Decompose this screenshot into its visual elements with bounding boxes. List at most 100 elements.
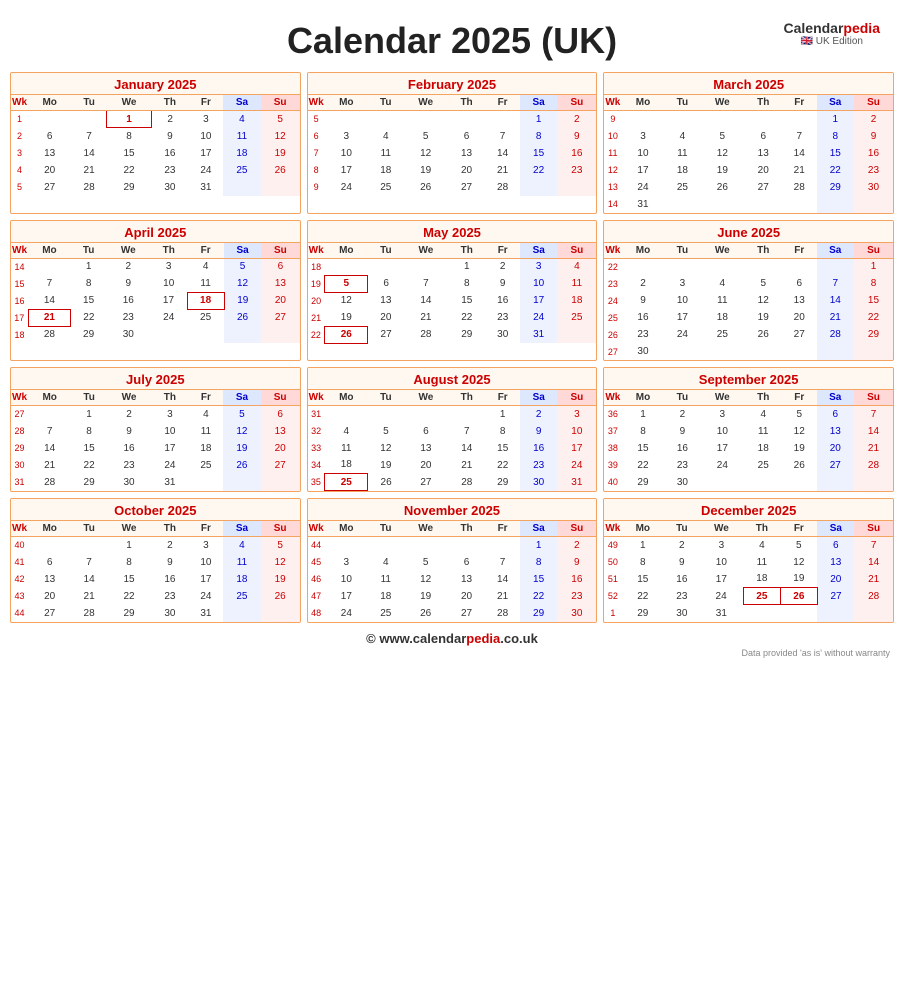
col-header-fr: Fr xyxy=(485,95,520,111)
col-header-fr: Fr xyxy=(485,521,520,537)
month-block-11: December 2025WkMoTuWeThFrSaSu49123456750… xyxy=(603,498,894,623)
col-header-tu: Tu xyxy=(665,243,701,259)
day-cell: 31 xyxy=(189,179,224,196)
col-header-th: Th xyxy=(151,521,188,537)
day-saturday: 29 xyxy=(520,605,557,622)
week-number: 13 xyxy=(604,179,621,196)
day-cell: 14 xyxy=(28,292,71,309)
week-number: 3 xyxy=(11,145,28,162)
day-cell: 4 xyxy=(665,128,701,145)
day-cell: 19 xyxy=(404,162,448,179)
col-header-su: Su xyxy=(261,95,300,111)
week-number: 14 xyxy=(11,258,28,275)
day-cell xyxy=(745,258,782,275)
col-header-mo: Mo xyxy=(28,243,71,259)
col-header-su: Su xyxy=(557,521,596,537)
month-block-6: July 2025WkMoTuWeThFrSaSu271234562878910… xyxy=(10,367,301,492)
day-cell xyxy=(448,406,485,423)
table-row: 3525262728293031 xyxy=(308,474,597,491)
day-cell xyxy=(782,258,817,275)
day-cell: 13 xyxy=(782,292,817,309)
day-cell: 6 xyxy=(28,128,71,145)
day-sunday: 9 xyxy=(854,128,893,145)
week-number: 7 xyxy=(308,145,325,162)
day-cell: 27 xyxy=(782,326,817,343)
table-row: 3128293031 xyxy=(11,474,300,491)
week-number: 12 xyxy=(604,162,621,179)
table-row: 181234 xyxy=(308,258,597,275)
day-cell: 21 xyxy=(782,162,817,179)
week-number: 23 xyxy=(604,275,621,292)
col-header-wk: Wk xyxy=(11,95,28,111)
table-row: 710111213141516 xyxy=(308,145,597,162)
cal-table-2: WkMoTuWeThFrSaSu912103456789111011121314… xyxy=(604,95,893,213)
day-cell: 11 xyxy=(743,554,780,571)
month-block-0: January 2025WkMoTuWeThFrSaSu112345267891… xyxy=(10,72,301,214)
month-title-0: January 2025 xyxy=(11,73,300,95)
day-sunday: 1 xyxy=(854,258,893,275)
day-cell: 30 xyxy=(664,605,699,622)
day-cell: 7 xyxy=(485,128,520,145)
day-sunday: 14 xyxy=(854,423,893,440)
day-sunday: 3 xyxy=(557,406,596,423)
col-header-su: Su xyxy=(261,390,300,406)
day-cell: 12 xyxy=(368,440,404,457)
month-block-5: June 2025WkMoTuWeThFrSaSu221232345678249… xyxy=(603,220,894,362)
col-header-we: We xyxy=(699,521,743,537)
day-cell: 22 xyxy=(107,588,151,605)
day-cell: 2 xyxy=(151,111,188,128)
day-cell: 17 xyxy=(189,571,224,588)
day-cell: 7 xyxy=(782,128,817,145)
table-row: 232345678 xyxy=(604,275,893,292)
month-title-2: March 2025 xyxy=(604,73,893,95)
col-header-fr: Fr xyxy=(485,390,520,406)
day-cell: 23 xyxy=(151,588,188,605)
col-header-th: Th xyxy=(150,243,187,259)
day-cell: 13 xyxy=(448,571,485,588)
col-header-mo: Mo xyxy=(28,95,71,111)
col-header-we: We xyxy=(107,95,151,111)
day-cell: 5 xyxy=(404,554,448,571)
day-saturday: 23 xyxy=(520,457,557,474)
table-row: 19567891011 xyxy=(308,275,597,292)
col-header-wk: Wk xyxy=(604,521,621,537)
day-cell: 26 xyxy=(404,605,448,622)
day-cell: 24 xyxy=(700,457,744,474)
day-saturday: 17 xyxy=(520,292,557,309)
day-sunday xyxy=(854,605,893,622)
col-header-wk: Wk xyxy=(604,95,621,111)
day-cell: 12 xyxy=(404,145,448,162)
col-header-su: Su xyxy=(557,390,596,406)
day-cell: 10 xyxy=(189,128,224,145)
day-cell: 14 xyxy=(485,145,520,162)
day-cell: 15 xyxy=(107,571,151,588)
day-cell xyxy=(404,111,448,128)
table-row: 3245678910 xyxy=(308,423,597,440)
day-cell: 4 xyxy=(187,258,224,275)
day-cell xyxy=(150,326,187,343)
day-cell: 28 xyxy=(71,179,107,196)
day-cell xyxy=(368,258,404,275)
day-cell: 20 xyxy=(368,309,404,326)
day-saturday xyxy=(817,258,854,275)
day-cell: 26 xyxy=(745,326,782,343)
day-cell: 19 xyxy=(780,571,817,588)
week-number: 2 xyxy=(11,128,28,145)
day-cell xyxy=(404,258,448,275)
week-number: 32 xyxy=(308,423,325,440)
table-row: 5222232425262728 xyxy=(604,588,893,605)
week-number: 27 xyxy=(604,343,621,360)
day-cell: 10 xyxy=(700,423,744,440)
day-cell: 1 xyxy=(71,406,107,423)
week-number: 36 xyxy=(604,406,621,423)
week-number: 11 xyxy=(604,145,621,162)
day-cell: 9 xyxy=(665,423,701,440)
table-row: 22262728293031 xyxy=(308,326,597,343)
day-cell: 30 xyxy=(107,474,151,491)
col-header-tu: Tu xyxy=(71,521,107,537)
day-cell xyxy=(71,537,107,554)
month-title-6: July 2025 xyxy=(11,368,300,390)
day-sunday: 23 xyxy=(854,162,893,179)
month-title-4: May 2025 xyxy=(308,221,597,243)
day-cell: 31 xyxy=(699,605,743,622)
